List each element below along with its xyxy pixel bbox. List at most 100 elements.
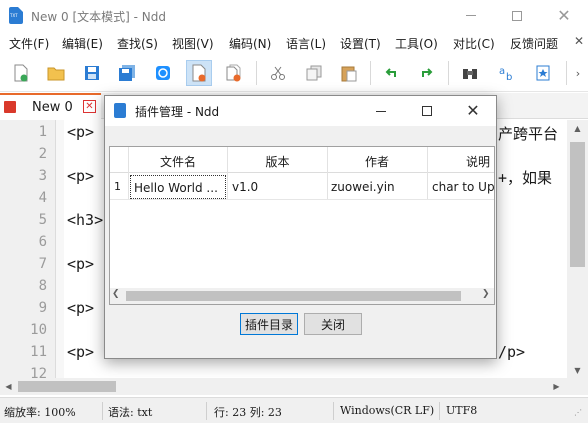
code-line-tail: +，如果 xyxy=(498,169,553,187)
status-position: 行: 23 列: 23 xyxy=(214,406,282,419)
code-line: <p> xyxy=(67,123,95,141)
toolbar-overflow-button[interactable]: › xyxy=(570,60,586,86)
scroll-right-icon[interactable]: ▶ xyxy=(548,378,565,395)
redo-button[interactable] xyxy=(414,60,440,86)
close-all-button[interactable] xyxy=(222,60,248,86)
menu-search[interactable]: 查找(S) xyxy=(117,35,158,52)
cell-author[interactable]: zuowei.yin xyxy=(331,180,425,194)
plugin-directory-button[interactable]: 插件目录 xyxy=(240,313,298,335)
cut-button[interactable] xyxy=(265,60,291,86)
horizontal-scroll-thumb[interactable] xyxy=(18,381,116,392)
dialog-maximize-button[interactable] xyxy=(404,96,450,126)
minimize-button[interactable] xyxy=(448,0,494,31)
find-button[interactable] xyxy=(457,60,483,86)
tab-new-0[interactable]: New 0 ✕ xyxy=(0,93,101,119)
resize-grip-icon[interactable]: ⋰ xyxy=(574,408,586,420)
close-dialog-button[interactable]: 关闭 xyxy=(304,313,362,335)
undo-button[interactable] xyxy=(378,60,404,86)
app-icon-text: TXT xyxy=(10,13,18,18)
unsaved-file-icon xyxy=(4,101,16,113)
toolbar-separator xyxy=(370,61,371,85)
toolbar-separator xyxy=(256,61,257,85)
title-bar: TXT New 0 [文本模式] - Ndd ✕ xyxy=(0,0,588,31)
open-folder-button[interactable] xyxy=(43,60,69,86)
maximize-button[interactable] xyxy=(494,0,540,31)
status-syntax: 语法: txt xyxy=(108,406,153,419)
tab-label: New 0 xyxy=(32,100,73,115)
new-file-icon xyxy=(14,64,28,82)
column-header-filename[interactable]: 文件名 xyxy=(130,153,226,170)
replace-icon: ab xyxy=(499,66,512,82)
editor-vertical-scrollbar[interactable]: ▲ ▼ xyxy=(567,120,588,378)
chevron-right-icon[interactable]: ❯ xyxy=(482,289,490,299)
replace-button[interactable]: ab xyxy=(494,60,520,86)
binoculars-icon xyxy=(463,69,477,79)
status-eol: Windows(CR LF) xyxy=(340,404,435,417)
scroll-left-icon[interactable]: ◀ xyxy=(0,378,17,395)
menubar-close-icon[interactable]: ✕ xyxy=(574,34,584,48)
window-title: New 0 [文本模式] - Ndd xyxy=(31,10,166,24)
menu-encoding[interactable]: 编码(N) xyxy=(229,35,271,52)
close-icon: ✕ xyxy=(466,101,480,120)
menu-tools[interactable]: 工具(O) xyxy=(395,35,438,52)
bookmark-button[interactable] xyxy=(530,60,556,86)
reload-button[interactable] xyxy=(150,60,176,86)
toolbar: ab › xyxy=(0,55,588,92)
dialog-title: 插件管理 - Ndd xyxy=(135,105,220,119)
new-file-button[interactable] xyxy=(8,60,34,86)
cell-filename[interactable]: Hello World ... xyxy=(130,175,226,199)
minimize-icon xyxy=(376,110,386,112)
menu-file[interactable]: 文件(F) xyxy=(9,35,49,52)
save-all-button[interactable] xyxy=(114,60,140,86)
line-number: 5 xyxy=(38,212,47,228)
redo-icon xyxy=(422,68,433,77)
editor-horizontal-scrollbar[interactable]: ◀ ▶ xyxy=(0,378,567,395)
status-separator xyxy=(333,402,334,420)
maximize-icon xyxy=(422,106,432,116)
menu-language[interactable]: 语言(L) xyxy=(286,35,326,52)
column-header-author[interactable]: 作者 xyxy=(328,153,426,170)
copy-button[interactable] xyxy=(301,60,327,86)
column-header-version[interactable]: 版本 xyxy=(228,153,327,170)
line-number: 1 xyxy=(38,124,47,140)
menu-settings[interactable]: 设置(T) xyxy=(340,35,381,52)
copy-icon xyxy=(306,65,322,81)
close-all-icon xyxy=(226,64,241,82)
tab-close-icon[interactable]: ✕ xyxy=(83,100,96,113)
status-zoom: 缩放率: 100% xyxy=(4,406,76,419)
close-icon: ✕ xyxy=(557,5,571,25)
dialog-app-icon xyxy=(114,103,126,118)
menu-feedback[interactable]: 反馈问题 xyxy=(510,35,558,52)
save-all-icon xyxy=(119,65,135,81)
paste-button[interactable] xyxy=(336,60,362,86)
cell-version[interactable]: v1.0 xyxy=(232,180,326,194)
chevron-left-icon[interactable]: ❮ xyxy=(112,289,120,299)
line-number: 8 xyxy=(38,278,47,294)
dialog-minimize-button[interactable] xyxy=(358,96,404,126)
menu-compare[interactable]: 对比(C) xyxy=(453,35,495,52)
menu-edit[interactable]: 编辑(E) xyxy=(62,35,103,52)
code-line: <h3> xyxy=(67,211,104,229)
scroll-down-icon[interactable]: ▼ xyxy=(567,362,588,378)
vertical-scroll-thumb[interactable] xyxy=(570,142,585,267)
plugin-table[interactable]: 文件名 版本 作者 说明 1 Hello World ... v1.0 zuow… xyxy=(109,146,495,305)
save-button[interactable] xyxy=(79,60,105,86)
menu-view[interactable]: 视图(V) xyxy=(172,35,214,52)
dialog-title-bar: 插件管理 - Ndd ✕ xyxy=(105,96,496,126)
svg-text:b: b xyxy=(506,72,512,82)
plugin-manager-dialog: 插件管理 - Ndd ✕ 文件名 版本 作者 说明 1 Hello World … xyxy=(104,95,497,359)
table-scroll-thumb[interactable] xyxy=(126,291,461,301)
code-line: <p> xyxy=(67,167,95,185)
save-icon xyxy=(85,66,99,80)
close-window-button[interactable]: ✕ xyxy=(541,0,587,31)
dialog-close-button[interactable]: ✕ xyxy=(450,96,496,126)
column-header-description[interactable]: 说明 xyxy=(428,153,494,170)
close-file-button[interactable] xyxy=(186,60,212,86)
reload-icon xyxy=(156,66,170,80)
table-horizontal-scrollbar[interactable]: ❮ ❯ xyxy=(110,288,494,304)
table-row[interactable]: 1 Hello World ... v1.0 zuowei.yin char t… xyxy=(110,174,494,200)
cell-description[interactable]: char to Upp xyxy=(432,180,494,194)
status-separator xyxy=(206,402,207,420)
line-number: 11 xyxy=(30,344,47,360)
scroll-up-icon[interactable]: ▲ xyxy=(567,120,588,136)
